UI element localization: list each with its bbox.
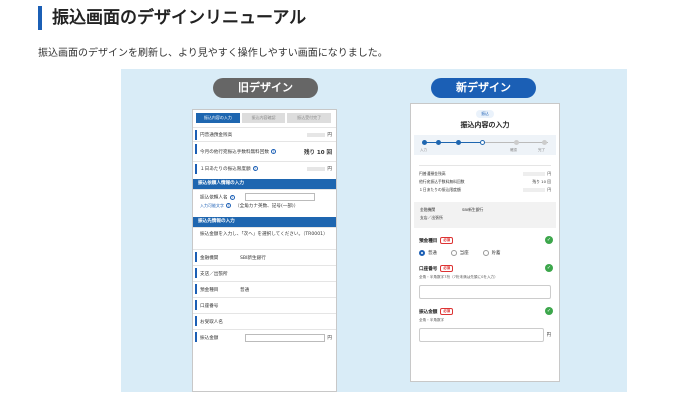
- radio-current[interactable]: 当座: [450, 250, 469, 256]
- old-info-text: 振込金額を入力し、「次へ」を選択してください。（TR0001）: [193, 227, 336, 249]
- help-icon[interactable]: ?: [252, 166, 258, 171]
- account-number-input[interactable]: [419, 285, 551, 299]
- amount-input[interactable]: [245, 333, 326, 342]
- help-icon[interactable]: ?: [226, 202, 231, 208]
- new-design-screen: 振込 振込内容の入力 入力 確認 完了 円普通預金残高円 他行宛振込手数料無料回…: [410, 103, 560, 382]
- input-chars-link[interactable]: 入力可能文字: [200, 203, 224, 208]
- new-account-number-field: 口座番号 必須 ✓ 全角・半角数字7桁（7桁未満は先頭に0を入力）: [419, 264, 553, 299]
- old-requester-row: 振込依頼人名? 入力可能文字? （全角カナ英数、記号(一部)）: [193, 189, 336, 213]
- check-icon: ✓: [545, 236, 553, 244]
- new-summary-list: 円普通預金残高円 他行宛振込手数料無料回数 残り 10 回 １日あたりの振込限度額…: [419, 165, 551, 194]
- amount-input[interactable]: [419, 328, 544, 342]
- old-step: 振込内容確認: [241, 113, 286, 123]
- old-balance-row: 円普通預金残高円: [193, 127, 336, 141]
- old-branch-row: 支店／出張所: [193, 265, 336, 281]
- old-step-bar: 振込内容の入力 振込内容確認 振込受付完了: [196, 113, 333, 123]
- old-section-recipient: 振込先情報の入力: [193, 217, 336, 227]
- old-design-screen: 振込内容の入力 振込内容確認 振込受付完了 円普通預金残高円 今月の他行宛振込手…: [192, 109, 337, 392]
- new-amount-field: 振込金額 必須 ✓ 全角・半角数字 円: [419, 307, 553, 342]
- new-progress-tracker: 入力 確認 完了: [414, 135, 556, 155]
- progress-label: 確認: [510, 148, 517, 152]
- page-title: 振込画面のデザインリニューアル: [38, 6, 306, 30]
- radio-savings[interactable]: 貯蓄: [482, 250, 500, 256]
- new-screen-title: 振込内容の入力: [460, 121, 510, 129]
- new-header-pill: 振込: [476, 110, 494, 118]
- check-icon: ✓: [545, 264, 553, 272]
- old-design-label: 旧デザイン: [213, 78, 318, 98]
- progress-step-dot: [480, 140, 485, 145]
- help-icon[interactable]: ?: [270, 149, 276, 154]
- help-icon[interactable]: ?: [229, 194, 235, 200]
- list-item: １日あたりの振込限度額円: [419, 187, 551, 192]
- list-item: 円普通預金残高円: [419, 171, 551, 176]
- progress-step-dot: [514, 140, 519, 145]
- progress-step-dot: [422, 140, 427, 145]
- old-step: 振込受付完了: [287, 113, 332, 123]
- progress-label: 入力: [420, 148, 427, 152]
- comparison-panel: 旧デザイン 新デザイン 振込内容の入力 振込内容確認 振込受付完了 円普通預金残…: [121, 69, 627, 392]
- old-section-requester: 振込依頼人情報の入力: [193, 179, 336, 189]
- radio-ordinary[interactable]: 普通: [419, 250, 437, 256]
- requester-name-input[interactable]: [244, 193, 315, 201]
- progress-label: 完了: [538, 148, 545, 152]
- page-description: 振込画面のデザインを刷新し、より見やすく操作しやすい画面になりました。: [38, 48, 388, 59]
- required-badge: 必須: [440, 237, 454, 244]
- required-badge: 必須: [440, 308, 454, 315]
- new-design-label: 新デザイン: [431, 78, 536, 98]
- progress-step-dot: [436, 140, 441, 145]
- required-badge: 必須: [440, 265, 454, 272]
- check-icon: ✓: [545, 307, 553, 315]
- old-fee-count-row: 今月の他行宛振込手数料無料回数? 残り 10 回: [193, 141, 336, 161]
- progress-step-dot: [542, 140, 547, 145]
- old-amount-row: 振込金額円: [193, 329, 336, 345]
- progress-step-dot: [456, 140, 461, 145]
- old-account-row: 口座番号: [193, 297, 336, 313]
- old-recipient-row: お受取人名: [193, 313, 336, 329]
- list-item: 他行宛振込手数料無料回数 残り 10 回: [419, 179, 551, 184]
- old-type-row: 預金種目 普通: [193, 281, 336, 297]
- old-limit-row: １日あたりの振込限度額? 円: [193, 161, 336, 175]
- new-bank-box: 金融機関 SBI新生銀行 支店／出張所: [414, 202, 556, 228]
- new-account-type-field: 預金種目 必須 ✓ 普通 当座 貯蓄: [419, 236, 553, 256]
- old-step: 振込内容の入力: [196, 113, 240, 123]
- old-bank-row: 金融機関 SBI新生銀行: [193, 249, 336, 265]
